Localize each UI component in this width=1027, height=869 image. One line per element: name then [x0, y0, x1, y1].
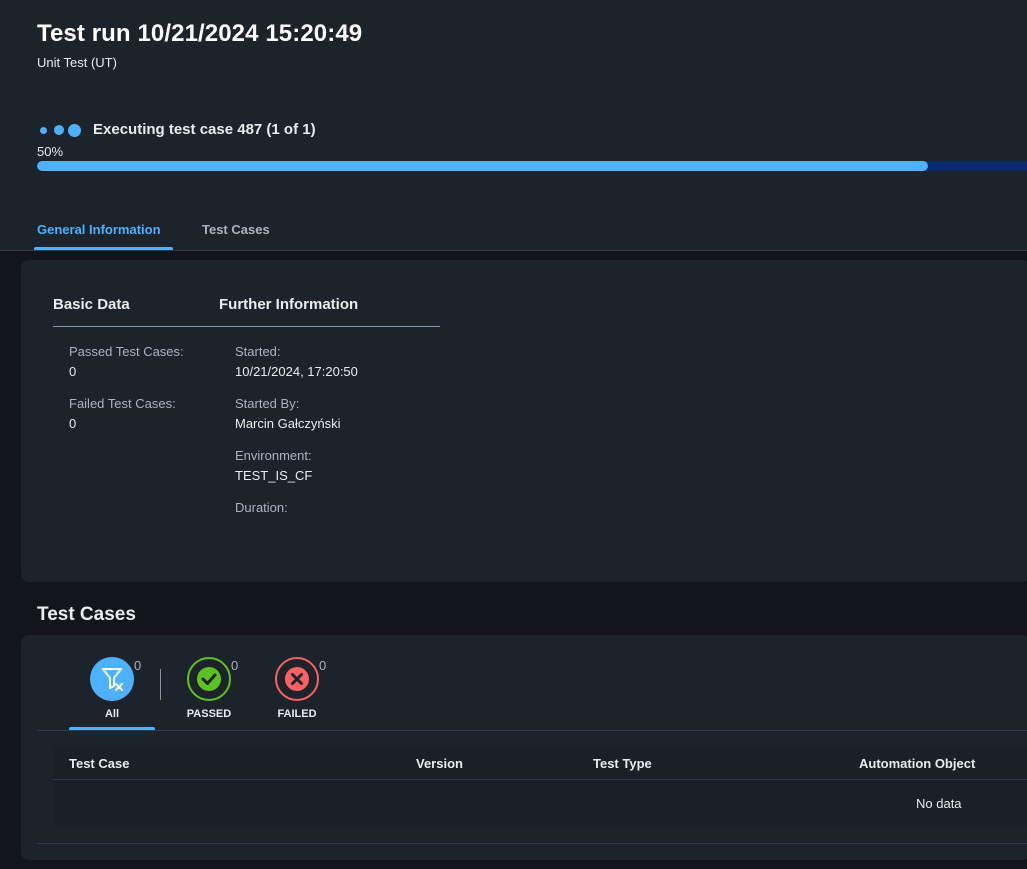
column-header-test-case[interactable]: Test Case — [69, 756, 129, 771]
error-icon — [275, 657, 319, 701]
filter-failed-count: 0 — [319, 658, 327, 673]
failed-test-cases-label: Failed Test Cases: — [69, 396, 176, 411]
started-value: 10/21/2024, 17:20:50 — [235, 364, 358, 379]
table-bottom-border — [37, 843, 1027, 844]
executing-status-text: Executing test case 487 (1 of 1) — [93, 121, 316, 138]
filter-clear-icon — [90, 657, 134, 701]
busy-dot — [40, 126, 47, 134]
filter-passed-label: PASSED — [186, 708, 232, 720]
busy-dot — [54, 125, 64, 135]
duration-label: Duration: — [235, 500, 288, 515]
started-label: Started: — [235, 344, 281, 359]
filter-separator — [160, 669, 161, 700]
progress-percent: 50% — [37, 144, 64, 159]
table-header-row: Test Case Version Test Type Automation O… — [53, 747, 1027, 780]
selected-tab-indicator — [34, 247, 173, 250]
general-information-section — [21, 260, 1027, 582]
column-header-test-type[interactable]: Test Type — [593, 756, 652, 771]
busy-dot — [68, 123, 81, 137]
progress-bar-fill — [37, 161, 928, 171]
table-no-data: No data — [916, 796, 962, 811]
failed-test-cases-value: 0 — [69, 416, 77, 431]
check-icon — [187, 657, 231, 701]
page-title: Test run 10/21/2024 15:20:49 — [37, 20, 363, 47]
page-subtitle: Unit Test (UT) — [37, 55, 117, 70]
tab-general-information[interactable]: General Information — [37, 222, 161, 237]
environment-label: Environment: — [235, 448, 312, 463]
further-information-heading: Further Information — [219, 296, 359, 313]
filter-all-label: All — [104, 708, 120, 720]
passed-test-cases-label: Passed Test Cases: — [69, 344, 184, 359]
progress-bar — [37, 161, 1027, 171]
column-header-automation-object[interactable]: Automation Object — [859, 756, 975, 771]
test-cases-heading: Test Cases — [37, 604, 136, 625]
filter-bar-divider — [37, 730, 1027, 731]
tab-test-cases[interactable]: Test Cases — [202, 222, 270, 237]
filter-passed-count: 0 — [231, 658, 239, 673]
section-divider — [53, 326, 440, 327]
started-by-value: Marcin Gałczyński — [235, 416, 341, 431]
started-by-label: Started By: — [235, 396, 300, 411]
passed-test-cases-value: 0 — [69, 364, 77, 379]
test-cases-table: Test Case Version Test Type Automation O… — [53, 747, 1027, 827]
column-header-version[interactable]: Version — [416, 756, 463, 771]
busy-dots-icon — [40, 123, 81, 137]
basic-data-heading: Basic Data — [53, 296, 130, 313]
environment-value: TEST_IS_CF — [235, 468, 313, 483]
filter-failed-label: FAILED — [277, 708, 317, 720]
filter-all-count: 0 — [134, 658, 142, 673]
